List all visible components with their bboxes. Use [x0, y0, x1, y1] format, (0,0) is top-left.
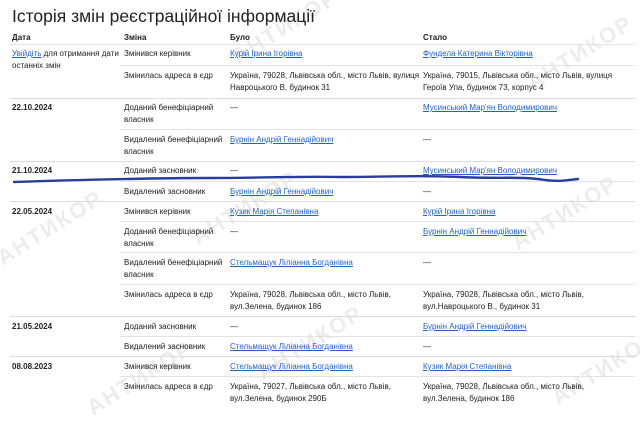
- login-prompt-text-2: останніх змін: [12, 61, 61, 70]
- row-change: Видалений засновник: [124, 342, 206, 351]
- row-divider: [120, 376, 635, 377]
- row-became-link[interactable]: Бурнін Андрій Геннадійович: [423, 225, 526, 238]
- header-date: Дата: [12, 33, 31, 42]
- login-prompt-text: для отримання дати: [41, 49, 119, 58]
- row-divider: [120, 221, 635, 222]
- row-was: —: [230, 166, 238, 175]
- row-was-link[interactable]: Бурнін Андрій Геннадійович: [230, 133, 333, 146]
- row-was-2: Навроцького В, будинок 31: [230, 83, 331, 92]
- row-date: 22.05.2024: [12, 207, 53, 216]
- row-divider: [120, 65, 635, 66]
- row-divider: [120, 181, 635, 182]
- row-was-link[interactable]: Бурнін Андрій Геннадійович: [230, 185, 333, 198]
- watermark: АНТИКОР: [0, 185, 108, 271]
- row-was-link[interactable]: Кузик Марія Степанівна: [230, 205, 318, 218]
- row-was-2: вул.Зелена, будинок 186: [230, 302, 322, 311]
- page-title: Історія змін реєстраційної інформації: [12, 6, 315, 26]
- row-was-link[interactable]: Стельмащук Ліліанна Богданівна: [230, 256, 353, 269]
- row-became-link[interactable]: Мусинський Мар'ян Володимирович: [423, 101, 557, 114]
- row-became-2: вул.Зелена, будинок 186: [423, 394, 515, 403]
- row-was-link[interactable]: Курій Ірина Ігорівна: [230, 47, 302, 60]
- row-became-link[interactable]: Мусинський Мар'ян Володимирович: [423, 164, 557, 177]
- row-divider: [120, 129, 635, 130]
- watermark: АНТИКОР: [547, 325, 640, 411]
- row-was-2: вул.Зелена, будинок 290Б: [230, 394, 327, 403]
- row-change-2: власник: [124, 115, 154, 124]
- row-became-link[interactable]: Курій Ірина Ігорівна: [423, 205, 495, 218]
- header-divider: [10, 44, 635, 45]
- row-change: Змінився керівник: [124, 207, 191, 216]
- row-became-2: Героїв Упа, будинок 73, корпус 4: [423, 83, 544, 92]
- row-change-2: власник: [124, 147, 154, 156]
- row-change: Змінився керівник: [124, 362, 191, 371]
- row-became-2: вул.Навроцького В., будинок 31: [423, 302, 541, 311]
- row-date: 08.08.2023: [12, 362, 53, 371]
- row-change: Доданий засновник: [124, 166, 197, 175]
- row-date: 22.10.2024: [12, 103, 53, 112]
- header-was: Було: [230, 33, 250, 42]
- date-group-divider: [10, 161, 635, 162]
- row-became: —: [423, 187, 431, 196]
- row-change-2: власник: [124, 239, 154, 248]
- watermark: АНТИКОР: [507, 170, 623, 256]
- row-became-link[interactable]: Бурнін Андрій Геннадійович: [423, 320, 526, 333]
- row-change: Змінилась адреса в єдр: [124, 71, 213, 80]
- row-change-2: власник: [124, 270, 154, 279]
- row-divider: [120, 284, 635, 285]
- row-became-link[interactable]: Фундела Катерина Вікторівна: [423, 47, 533, 60]
- row-date: 21.10.2024: [12, 166, 53, 175]
- date-group-divider: [10, 356, 635, 357]
- row-became: —: [423, 258, 431, 267]
- row-became-link[interactable]: Кузик Марія Степанівна: [423, 360, 511, 373]
- row-date: 21.05.2024: [12, 322, 53, 331]
- header-became: Стало: [423, 33, 448, 42]
- row-was-link[interactable]: Стельмащук Ліліанна Богданівна: [230, 340, 353, 353]
- row-divider: [120, 336, 635, 337]
- date-group-divider: [10, 98, 635, 99]
- row-became: —: [423, 342, 431, 351]
- row-was: —: [230, 322, 238, 331]
- header-change: Зміна: [124, 33, 147, 42]
- row-divider: [120, 252, 635, 253]
- row-change: Видалений засновник: [124, 187, 206, 196]
- row-was: —: [230, 103, 238, 112]
- row-was-link[interactable]: Стельмащук Ліліанна Богданівна: [230, 360, 353, 373]
- row-change: Змінилась адреса в єдр: [124, 382, 213, 391]
- row-was: —: [230, 227, 238, 236]
- row-change: Змінилась адреса в єдр: [124, 290, 213, 299]
- date-group-divider: [10, 316, 635, 317]
- row-change: Змінився керівник: [124, 49, 191, 58]
- row-change: Доданий засновник: [124, 322, 197, 331]
- date-group-divider: [10, 201, 635, 202]
- login-link[interactable]: Увійдіть: [12, 49, 41, 58]
- row-became: —: [423, 135, 431, 144]
